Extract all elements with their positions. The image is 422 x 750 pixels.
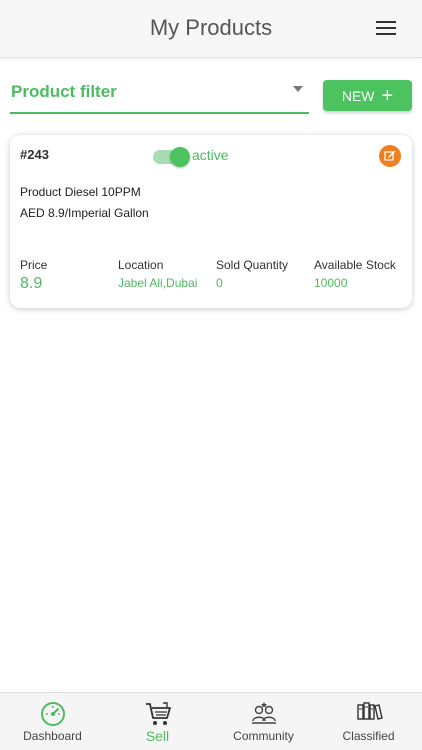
app-header: My Products [0,0,422,58]
price-value: 8.9 [20,275,43,292]
nav-item-community[interactable]: Community [211,693,316,750]
product-price-unit: AED 8.9/Imperial Gallon [20,206,149,220]
available-stock-value: 10000 [314,276,348,290]
product-card[interactable]: #243 active Product Diesel 10PPM AED 8.9… [10,135,412,308]
product-filter-label: Product filter [11,82,117,101]
books-icon [355,701,383,730]
nav-label-sell: Sell [145,728,170,744]
stat-location: Location Jabel Ali,Dubai [118,258,197,290]
location-value: Jabel Ali,Dubai [118,276,198,290]
dropdown-caret-icon [293,86,303,92]
sold-quantity-value: 0 [216,276,223,290]
stat-available-stock: Available Stock 10000 [314,258,396,290]
stat-sold-quantity: Sold Quantity 0 [216,258,288,290]
location-label: Location [118,258,164,272]
bottom-nav: Dashboard Sell Community Classified [0,692,422,750]
hamburger-menu-icon[interactable] [376,20,398,38]
nav-label-community: Community [233,729,294,743]
pencil-icon [384,150,396,161]
page-title: My Products [149,15,273,40]
nav-item-sell[interactable]: Sell [105,693,210,750]
status-label: active [192,147,229,163]
nav-label-dashboard: Dashboard [23,729,82,743]
active-toggle[interactable] [153,147,193,167]
product-id: #243 [20,147,49,162]
speedometer-icon [40,701,66,732]
nav-item-dashboard[interactable]: Dashboard [0,693,105,750]
new-product-button[interactable]: NEW + [323,80,412,111]
price-label: Price [20,258,48,272]
plus-icon: + [381,84,394,107]
new-button-label: NEW [341,87,375,104]
available-stock-label: Available Stock [314,258,396,272]
sold-quantity-label: Sold Quantity [216,258,289,272]
edit-icon[interactable] [379,145,401,167]
stat-price: Price 8.9 [20,258,47,293]
nav-label-classified: Classified [342,729,395,743]
toggle-thumb [170,147,190,167]
product-name: Product Diesel 10PPM [20,185,141,199]
product-filter-dropdown[interactable]: Product filter [10,76,309,114]
community-icon [250,701,278,732]
nav-item-classified[interactable]: Classified [316,693,421,750]
